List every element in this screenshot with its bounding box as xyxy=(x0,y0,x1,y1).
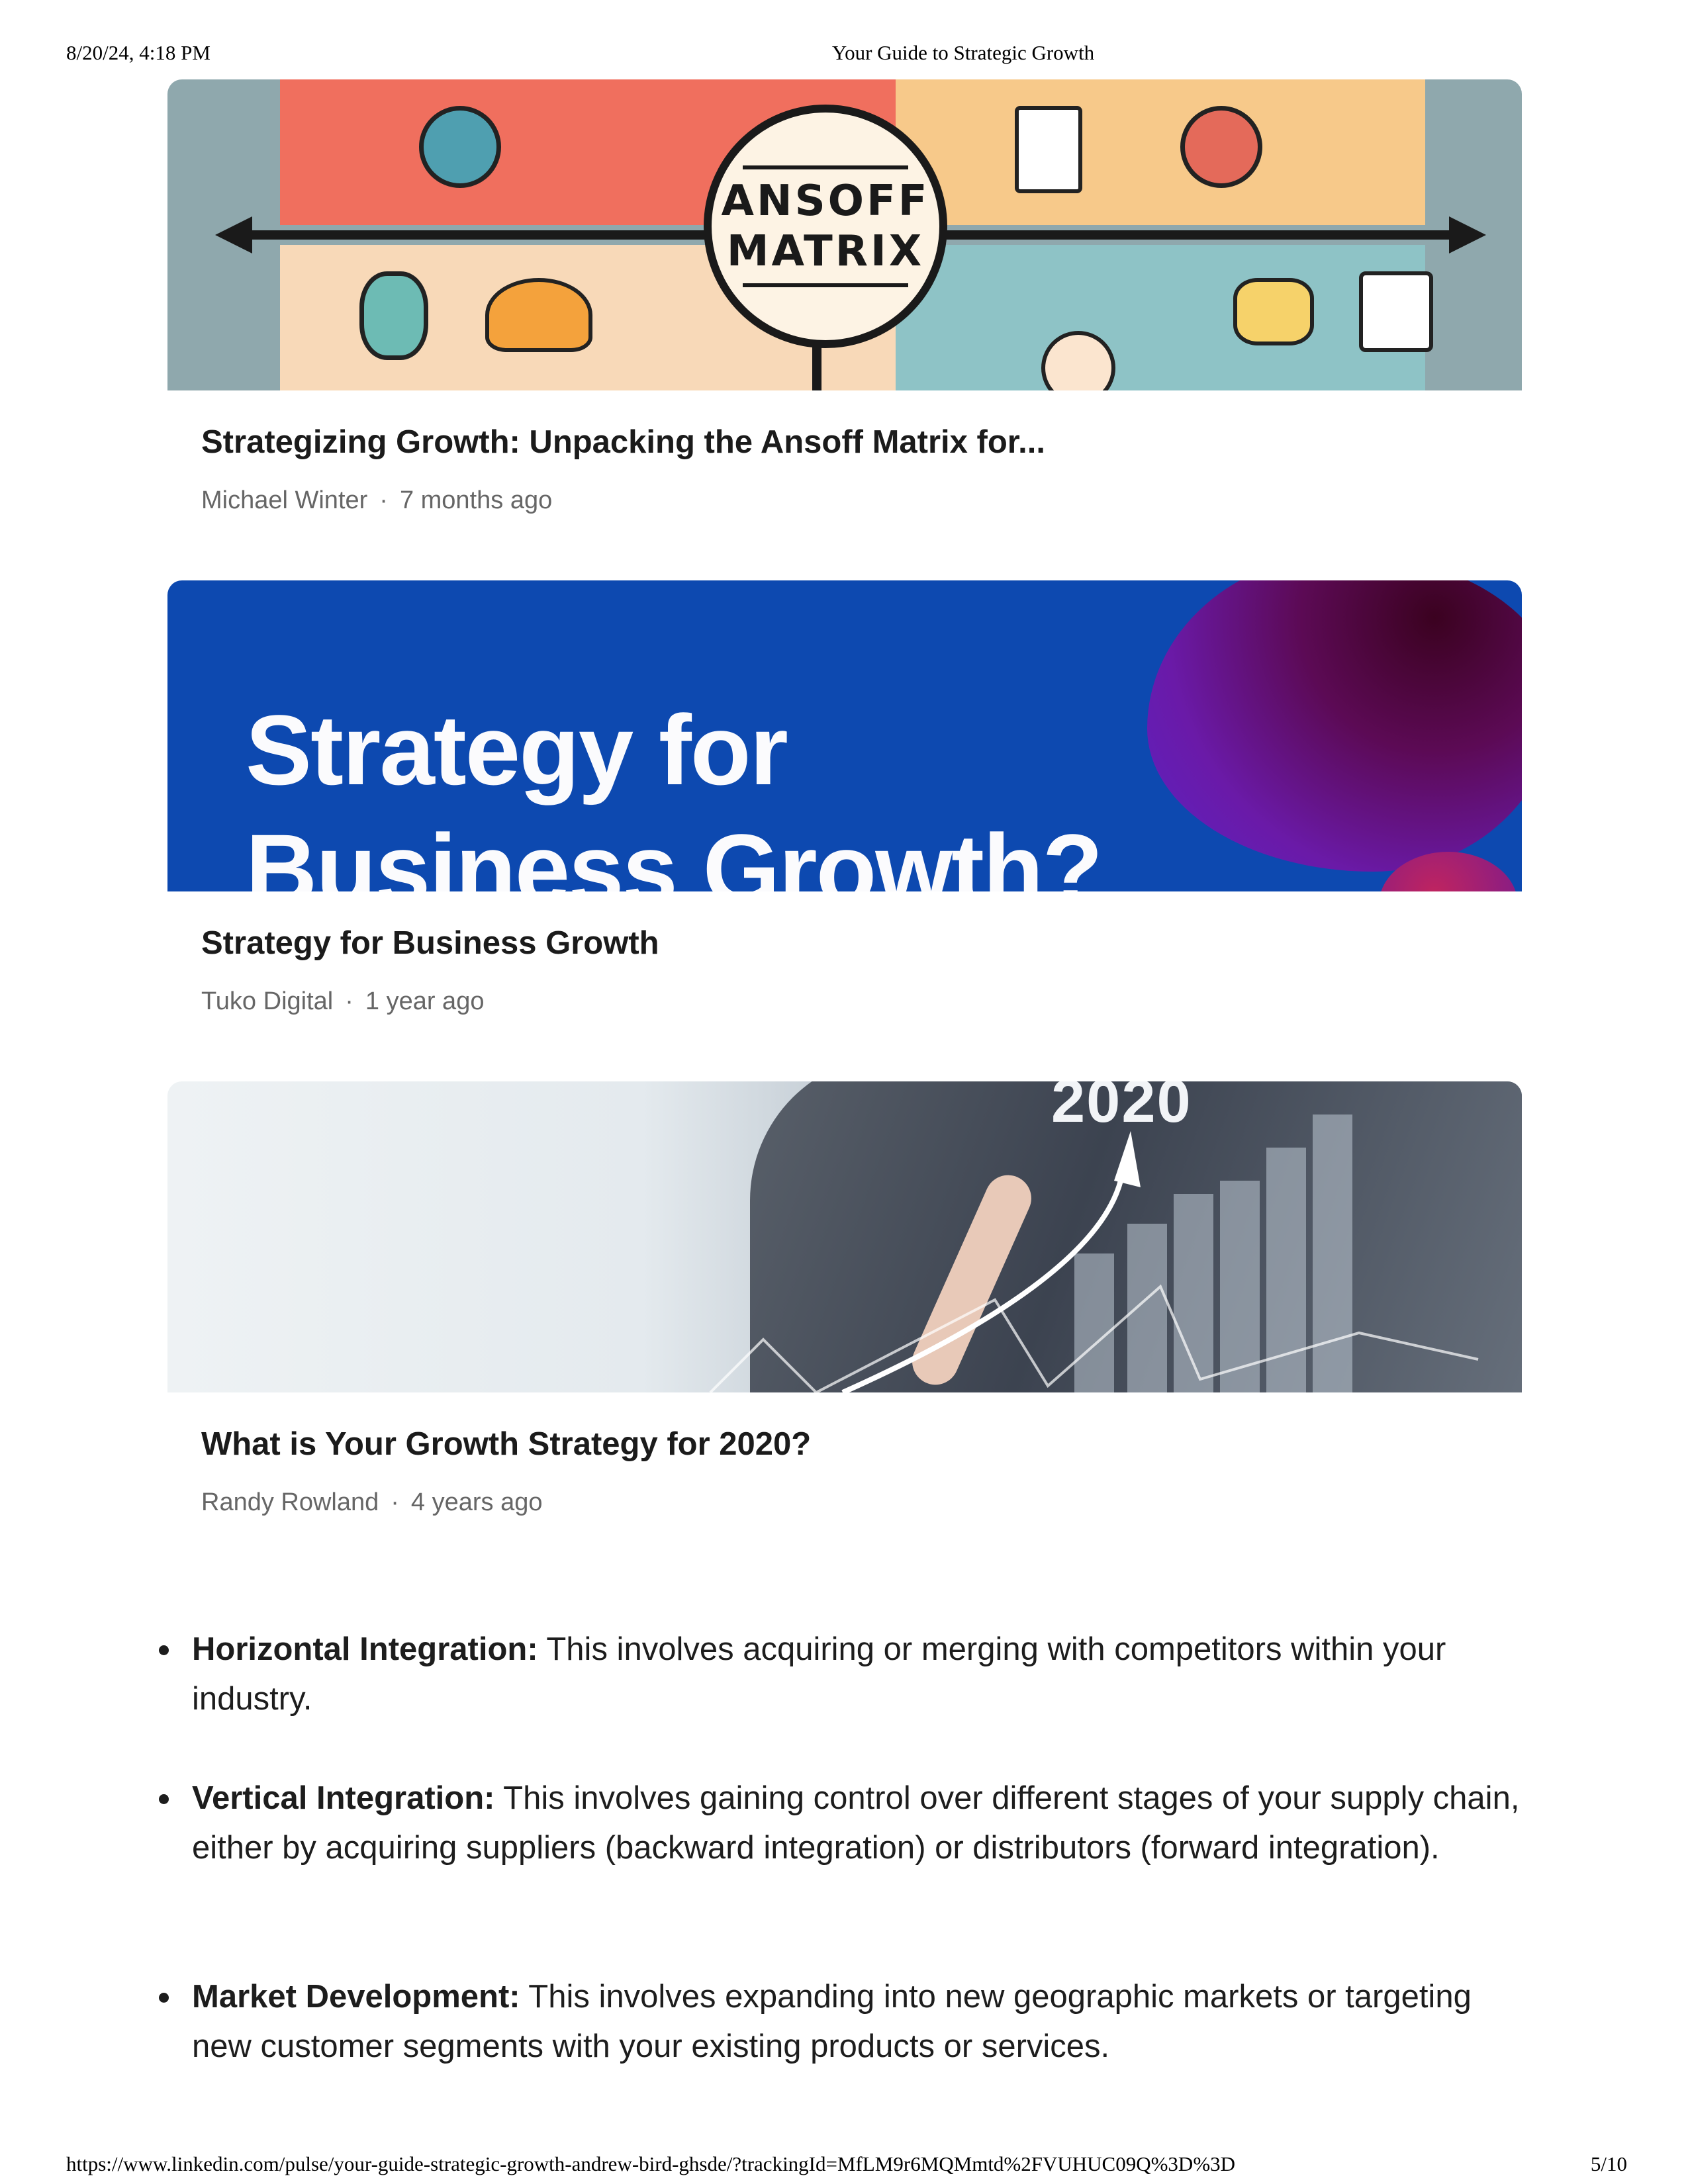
article-card[interactable]: ANSOFF MATRIX Strategizing Growth: Unpac… xyxy=(167,79,1522,529)
ansoff-matrix-emblem: ANSOFF MATRIX xyxy=(704,105,947,348)
article-age: 1 year ago xyxy=(365,987,485,1015)
article-thumbnail-growth-2020[interactable]: 2020 xyxy=(167,1081,1522,1392)
thumbnail-headline-line-1: Strategy for xyxy=(246,694,788,805)
article-card[interactable]: Strategy for Business Growth? Strategy f… xyxy=(167,580,1522,1030)
article-title[interactable]: Strategy for Business Growth xyxy=(201,925,659,962)
emblem-line-1: ANSOFF xyxy=(721,177,930,226)
arrow-left-icon xyxy=(215,216,252,253)
article-author[interactable]: Randy Rowland xyxy=(201,1488,379,1516)
print-footer: https://www.linkedin.com/pulse/your-guid… xyxy=(0,2152,1688,2181)
article-meta: Tuko Digital · 1 year ago xyxy=(201,987,484,1016)
article-meta: Randy Rowland · 4 years ago xyxy=(201,1488,543,1517)
article-author[interactable]: Michael Winter xyxy=(201,486,367,514)
arrow-right-icon xyxy=(1449,216,1486,253)
list-item: Vertical Integration: This involves gain… xyxy=(159,1774,1536,1873)
article-age: 4 years ago xyxy=(410,1488,543,1516)
print-url: https://www.linkedin.com/pulse/your-guid… xyxy=(66,2152,1236,2175)
list-item-term: Vertical Integration: xyxy=(192,1780,495,1816)
article-title[interactable]: Strategizing Growth: Unpacking the Ansof… xyxy=(201,424,1045,461)
print-header: 8/20/24, 4:18 PM Your Guide to Strategic… xyxy=(0,41,1688,70)
thumbnail-headline-line-2: Business Growth? xyxy=(246,813,1103,891)
article-thumbnail-ansoff-matrix[interactable]: ANSOFF MATRIX xyxy=(167,79,1522,390)
article-meta: Michael Winter · 7 months ago xyxy=(201,486,552,515)
article-card[interactable]: 2020 What is Your Growth Strategy for 20… xyxy=(167,1081,1522,1531)
list-item: Market Development: This involves expand… xyxy=(159,1972,1536,2071)
article-author[interactable]: Tuko Digital xyxy=(201,987,333,1015)
page-number: 5/10 xyxy=(1590,2152,1627,2175)
emblem-line-2: MATRIX xyxy=(726,227,925,276)
list-item: Horizontal Integration: This involves ac… xyxy=(159,1625,1536,1724)
thumbnail-year: 2020 xyxy=(1051,1081,1192,1135)
list-item-term: Horizontal Integration: xyxy=(192,1631,538,1667)
meta-separator: · xyxy=(391,1488,399,1516)
meta-separator: · xyxy=(345,987,353,1015)
meta-separator: · xyxy=(379,486,388,514)
list-item-term: Market Development: xyxy=(192,1979,520,2015)
trend-arrow-icon xyxy=(709,1131,1479,1392)
article-age: 7 months ago xyxy=(399,486,553,514)
article-thumbnail-strategy[interactable]: Strategy for Business Growth? xyxy=(167,580,1522,891)
article-title[interactable]: What is Your Growth Strategy for 2020? xyxy=(201,1426,811,1463)
print-page-title: Your Guide to Strategic Growth xyxy=(831,41,1095,64)
